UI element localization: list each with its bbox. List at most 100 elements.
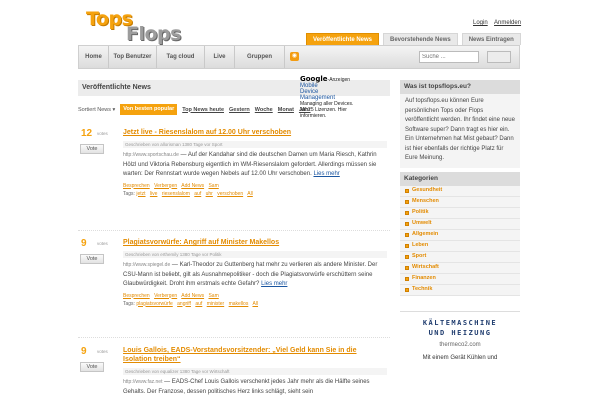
login-link[interactable]: Login <box>473 20 488 26</box>
tag-link[interactable]: All <box>247 191 253 197</box>
news-excerpt: http://www.faz.net — EADS-Chef Louis Gal… <box>123 378 387 397</box>
promo-domain: thermeco2.com <box>439 341 481 348</box>
promo-text: Mit einem Gerät Kühlen und <box>422 354 498 361</box>
news-excerpt: http://www.spiegel.de — Karl-Theodor zu … <box>123 261 387 290</box>
news-title[interactable]: Jetzt live - Riesenslalom auf 12.00 Uhr … <box>123 128 387 137</box>
tag-link[interactable]: minister <box>207 301 225 307</box>
category-environment[interactable]: Umwelt <box>400 219 520 230</box>
category-label: Allgemein <box>412 231 439 237</box>
vote-count: 9 <box>81 238 87 249</box>
sidebar: Was ist topsflops.eu? Auf topsflops.eu k… <box>400 80 520 377</box>
category-life[interactable]: Leben <box>400 241 520 252</box>
promo-banner[interactable]: KÄLTEMASCHINE UND HEIZUNG thermeco2.com M… <box>400 310 520 377</box>
header: Tops Flops Login Anmelden Veröffentlicht… <box>0 0 600 45</box>
sort-label[interactable]: Sortiert News ▾ <box>78 107 115 113</box>
nav-item-tag-cloud[interactable]: Tag cloud <box>157 46 205 68</box>
news-excerpt: http://www.sportschau.de — Auf der Kanda… <box>123 151 387 180</box>
search-input[interactable] <box>419 51 479 63</box>
discuss-link[interactable]: Besprechen <box>123 183 150 189</box>
tag-link[interactable]: makellos <box>229 301 249 307</box>
vote-count: 9 <box>81 346 87 357</box>
category-label: Wirtschaft <box>412 264 439 270</box>
bullet-icon <box>405 188 409 193</box>
tag-link[interactable]: auf <box>195 301 202 307</box>
category-health[interactable]: Gesundheit <box>400 186 520 197</box>
category-politics[interactable]: Politik <box>400 208 520 219</box>
ads-brand: Google <box>300 75 328 83</box>
news-tags: Tags: plagiatsvorwürfe angriff auf minis… <box>123 301 387 307</box>
sort-option-popular[interactable]: Von besten popular <box>120 104 178 115</box>
rss-icon[interactable]: ◉ <box>290 52 299 61</box>
news-title[interactable]: Plagiatsvorwürfe: Angriff auf Minister M… <box>123 238 387 247</box>
news-title[interactable]: Louis Gallois, EADS-Vorstandsvorsitzende… <box>123 346 387 364</box>
site-logo[interactable]: Tops Flops <box>86 8 196 45</box>
tab-upcoming-news[interactable]: Bevorstehende News <box>383 33 458 45</box>
search-button[interactable] <box>487 51 511 63</box>
tag-link[interactable]: uhr <box>206 191 213 197</box>
vote-label: votes <box>97 131 108 136</box>
category-label: Leben <box>412 242 429 248</box>
news-actions: Besprechen Verbergen Add News Sam <box>123 183 387 189</box>
category-general[interactable]: Allgemein <box>400 230 520 241</box>
nav-item-live[interactable]: Live <box>205 46 235 68</box>
nav-item-top-users[interactable]: Top Benutzer <box>109 46 157 68</box>
add-news-link[interactable]: Add News <box>181 293 204 299</box>
tag-link[interactable]: jetzt <box>136 191 145 197</box>
about-title: Was ist topsflops.eu? <box>400 80 520 94</box>
tag-link[interactable]: riesenslalom <box>162 191 190 197</box>
category-label: Finanzen <box>412 275 436 281</box>
vote-button[interactable]: Vote <box>80 254 104 264</box>
read-more-link[interactable]: Lies mehr <box>261 281 287 287</box>
news-meta: Geschrieben von erthemily 1380 Tage vor … <box>123 251 387 258</box>
sort-option-month[interactable]: Monat <box>278 107 294 113</box>
tag-link[interactable]: verschoben <box>217 191 243 197</box>
bullet-icon <box>405 265 409 270</box>
hide-link[interactable]: Verbergen <box>154 183 177 189</box>
google-ads: Google-Anzeigen Mobile Device Management… <box>300 75 360 120</box>
vote-count: 12 <box>81 128 93 139</box>
tab-published-news[interactable]: Veröffentlichte News <box>306 33 380 45</box>
hide-link[interactable]: Verbergen <box>154 293 177 299</box>
promo-line1: KÄLTEMASCHINE <box>422 318 498 327</box>
tag-link[interactable]: All <box>252 301 258 307</box>
categories-title: Kategorien <box>400 171 520 186</box>
main-nav: Home Top Benutzer Tag cloud Live Gruppen… <box>78 45 520 69</box>
category-label: Menschen <box>412 198 439 204</box>
category-finance[interactable]: Finanzen <box>400 274 520 285</box>
ad-description: Managing aller Devices. Mit 25 Lizenzen.… <box>300 101 354 119</box>
sam-link[interactable]: Sam <box>208 293 218 299</box>
category-sport[interactable]: Sport <box>400 252 520 263</box>
category-people[interactable]: Menschen <box>400 197 520 208</box>
sam-link[interactable]: Sam <box>208 183 218 189</box>
divider <box>78 337 390 338</box>
news-body: Louis Gallois, EADS-Vorstandsvorsitzende… <box>123 346 387 397</box>
news-source[interactable]: http://www.sportschau.de <box>123 152 179 158</box>
bullet-icon <box>405 287 409 292</box>
sort-option-today[interactable]: Top News heute <box>182 107 224 113</box>
news-source[interactable]: http://www.faz.net <box>123 379 162 385</box>
tag-link[interactable]: live <box>150 191 158 197</box>
bullet-icon <box>405 199 409 204</box>
add-news-link[interactable]: Add News <box>181 183 204 189</box>
register-link[interactable]: Anmelden <box>494 20 521 26</box>
tabbar: Veröffentlichte News Bevorstehende News … <box>306 33 521 45</box>
sort-option-yesterday[interactable]: Gestern <box>229 107 250 113</box>
tags-label: Tags: <box>123 300 135 307</box>
tab-submit-news[interactable]: News Eintragen <box>461 33 521 45</box>
news-body: Jetzt live - Riesenslalom auf 12.00 Uhr … <box>123 128 387 197</box>
vote-button[interactable]: Vote <box>80 362 104 372</box>
category-economy[interactable]: Wirtschaft <box>400 263 520 274</box>
category-technology[interactable]: Technik <box>400 285 520 296</box>
nav-item-groups[interactable]: Gruppen <box>235 46 285 68</box>
tag-link[interactable]: angriff <box>177 301 191 307</box>
tag-link[interactable]: plagiatsvorwürfe <box>136 301 172 307</box>
news-source[interactable]: http://www.spiegel.de <box>123 262 170 268</box>
vote-button[interactable]: Vote <box>80 144 104 154</box>
discuss-link[interactable]: Besprechen <box>123 293 150 299</box>
sort-option-week[interactable]: Woche <box>255 107 273 113</box>
tag-link[interactable]: auf <box>194 191 201 197</box>
nav-item-home[interactable]: Home <box>79 46 109 68</box>
read-more-link[interactable]: Lies mehr <box>313 171 339 177</box>
ads-suffix: -Anzeigen <box>327 77 351 83</box>
bullet-icon <box>405 243 409 248</box>
